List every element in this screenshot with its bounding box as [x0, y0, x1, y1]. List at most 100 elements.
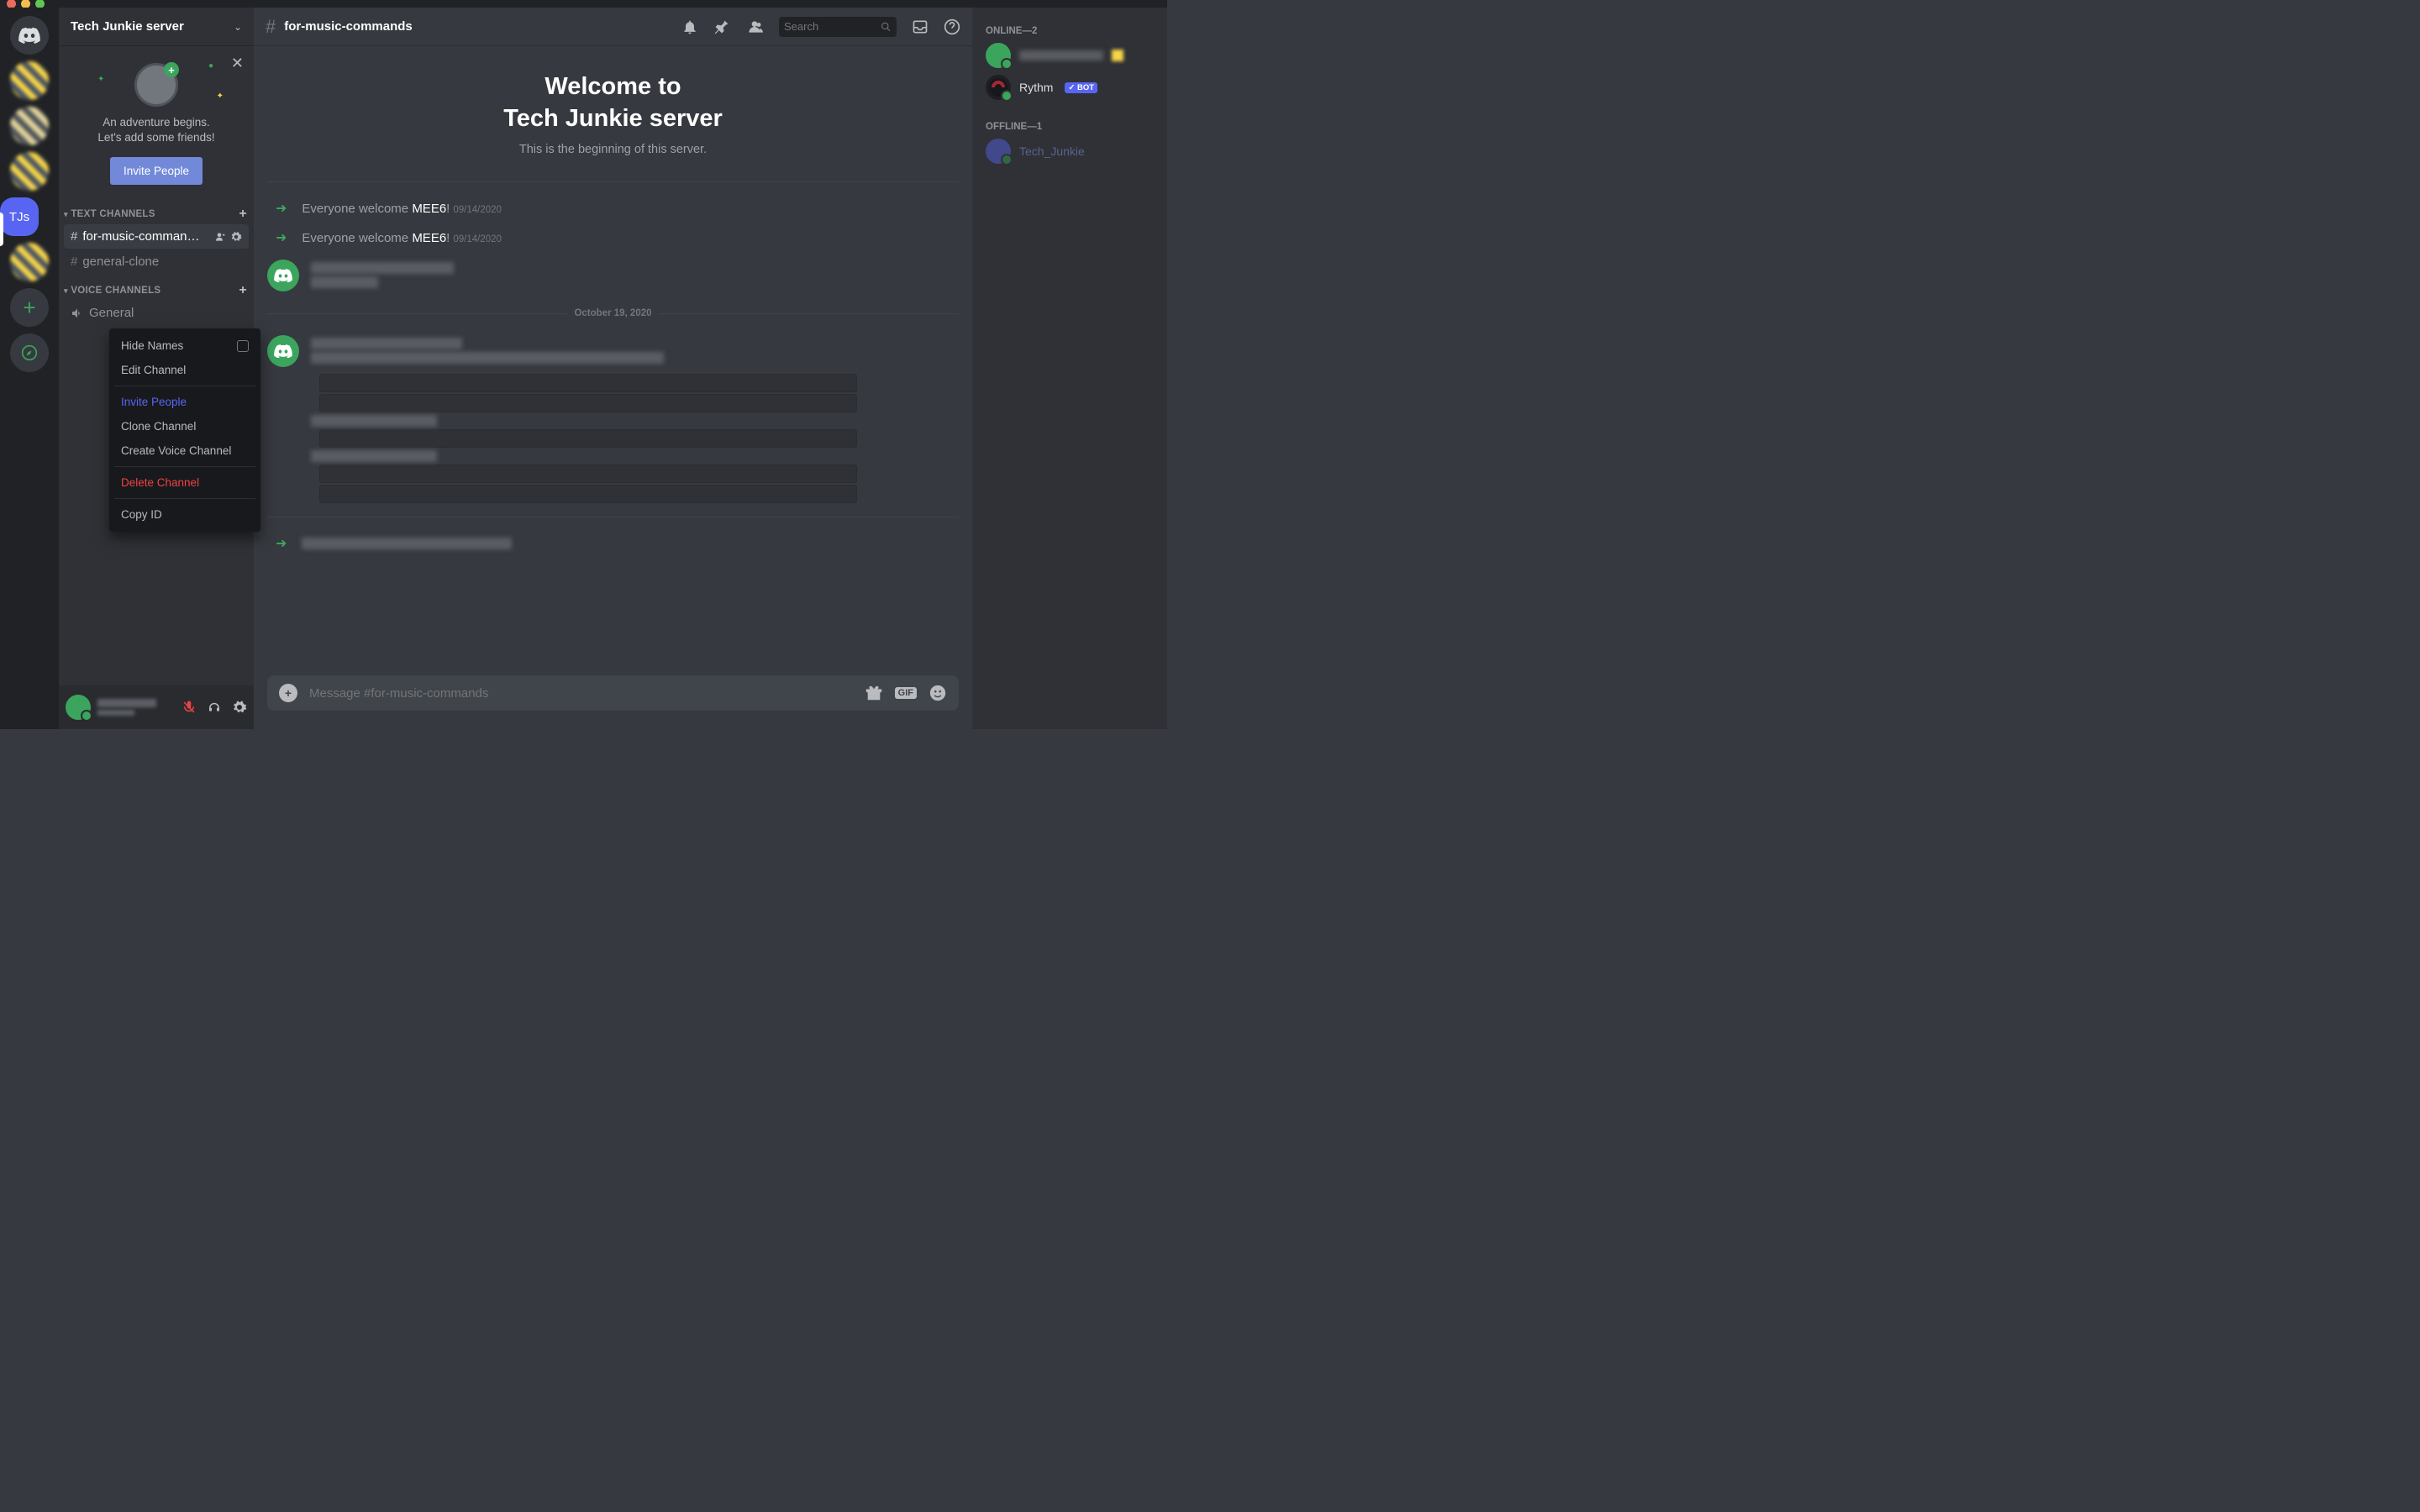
- server-icon[interactable]: [10, 152, 49, 191]
- member-item[interactable]: Tech_Junkie: [979, 135, 1160, 167]
- menu-clone-channel[interactable]: Clone Channel: [114, 414, 255, 438]
- embed: [319, 485, 857, 503]
- hash-icon: #: [266, 16, 276, 38]
- chat-input[interactable]: + GIF: [267, 675, 959, 711]
- menu-label: Clone Channel: [121, 420, 196, 433]
- embed: [319, 429, 857, 448]
- channel-item[interactable]: # for-music-comman…: [64, 224, 249, 249]
- invite-people-button[interactable]: Invite People: [110, 157, 203, 185]
- chat-panel: # for-music-commands Welcome toTech Junk…: [254, 8, 972, 729]
- add-member-icon[interactable]: [213, 231, 225, 243]
- chat-input-area: + GIF: [254, 675, 972, 729]
- member-item[interactable]: [979, 39, 1160, 71]
- channel-name: general-clone: [82, 255, 159, 269]
- chevron-down-icon: ⌄: [234, 21, 242, 33]
- menu-hide-names[interactable]: Hide Names: [114, 333, 255, 358]
- system-message: ➜ Everyone welcome MEE6!09/14/2020: [267, 196, 959, 225]
- timestamp: 09/14/2020: [453, 205, 502, 215]
- speaker-icon: [71, 307, 84, 320]
- menu-label: Edit Channel: [121, 364, 186, 376]
- deafen-icon[interactable]: [207, 700, 222, 715]
- menu-label: Invite People: [121, 396, 187, 408]
- home-button[interactable]: [10, 16, 49, 55]
- help-icon[interactable]: [944, 18, 960, 35]
- gif-button[interactable]: GIF: [895, 687, 917, 699]
- server-icon[interactable]: [10, 107, 49, 145]
- menu-label: Hide Names: [121, 339, 183, 352]
- menu-create-voice-channel[interactable]: Create Voice Channel: [114, 438, 255, 463]
- pin-icon[interactable]: [713, 18, 730, 35]
- search-box[interactable]: [779, 17, 897, 37]
- embed: [319, 394, 857, 412]
- system-message: ➜ Everyone welcome MEE6!09/14/2020: [267, 225, 959, 255]
- menu-invite-people[interactable]: Invite People: [114, 390, 255, 414]
- menu-edit-channel[interactable]: Edit Channel: [114, 358, 255, 382]
- chat-header: # for-music-commands: [254, 8, 972, 46]
- add-channel-button[interactable]: +: [239, 283, 247, 298]
- invite-text-line2: Let's add some friends!: [67, 130, 245, 145]
- explore-servers-button[interactable]: [10, 333, 49, 372]
- chevron-down-icon: ▾: [64, 286, 68, 295]
- server-icon[interactable]: [10, 61, 49, 100]
- close-icon[interactable]: ✕: [231, 55, 244, 72]
- menu-delete-channel[interactable]: Delete Channel: [114, 470, 255, 495]
- category-voice-channels[interactable]: ▾ VOICE CHANNELS +: [59, 275, 254, 300]
- notifications-icon[interactable]: [681, 18, 698, 35]
- gear-icon[interactable]: [230, 231, 242, 243]
- member-avatar: [986, 75, 1011, 100]
- category-label: VOICE CHANNELS: [71, 286, 160, 296]
- user-area: [59, 685, 254, 729]
- search-icon: [881, 21, 892, 33]
- settings-gear-icon[interactable]: [232, 700, 247, 715]
- channel-name: for-music-comman…: [82, 229, 199, 244]
- members-panel: ONLINE—2 Rythm ✓ BOT OFFLINE—1 Tech_Junk…: [972, 8, 1167, 729]
- avatar[interactable]: [267, 335, 299, 367]
- welcome-block: Welcome toTech Junkie server This is the…: [267, 71, 959, 156]
- channel-title: for-music-commands: [284, 19, 413, 34]
- category-text-channels[interactable]: ▾ TEXT CHANNELS +: [59, 198, 254, 223]
- server-header[interactable]: Tech Junkie server ⌄: [59, 8, 254, 46]
- channel-name: General: [89, 306, 134, 320]
- avatar[interactable]: [267, 260, 299, 291]
- gift-icon[interactable]: [865, 684, 883, 702]
- join-arrow-icon: ➜: [276, 200, 287, 217]
- chat-messages[interactable]: Welcome toTech Junkie server This is the…: [254, 46, 972, 675]
- member-item[interactable]: Rythm ✓ BOT: [979, 71, 1160, 103]
- welcome-sub: This is the beginning of this server.: [267, 143, 959, 156]
- hash-icon: #: [71, 255, 77, 269]
- member-name: Tech_Junkie: [1019, 144, 1085, 158]
- menu-copy-id[interactable]: Copy ID: [114, 502, 255, 527]
- discord-logo-icon: [274, 269, 292, 282]
- member-avatar: [986, 43, 1011, 68]
- channel-item[interactable]: # general-clone: [64, 249, 249, 274]
- hash-icon: #: [71, 229, 77, 244]
- invite-card: ✕ ✦ ● ✦ An adventure begins. Let's add s…: [59, 46, 254, 198]
- date-divider: October 19, 2020: [267, 308, 959, 318]
- bot-badge: ✓ BOT: [1065, 82, 1097, 93]
- self-avatar[interactable]: [66, 695, 91, 720]
- voice-channel-item[interactable]: General: [64, 301, 249, 325]
- welcome-line: Welcome to: [544, 73, 681, 100]
- search-input[interactable]: [784, 20, 881, 33]
- server-bar: TJs +: [0, 8, 59, 729]
- message: [267, 255, 959, 297]
- compass-icon: [21, 344, 38, 361]
- server-icon-active[interactable]: TJs: [0, 197, 39, 236]
- add-server-button[interactable]: +: [10, 288, 49, 327]
- system-message: ➜: [267, 531, 959, 560]
- server-abbrev: TJs: [9, 210, 29, 224]
- mute-icon[interactable]: [182, 700, 197, 715]
- inbox-icon[interactable]: [912, 18, 929, 35]
- members-icon[interactable]: [745, 18, 764, 35]
- message: [267, 330, 959, 372]
- message-input[interactable]: [309, 686, 853, 701]
- join-arrow-icon: ➜: [276, 229, 287, 246]
- add-channel-button[interactable]: +: [239, 207, 247, 222]
- emoji-icon[interactable]: [929, 684, 947, 702]
- join-arrow-icon: ➜: [276, 535, 287, 552]
- attach-button[interactable]: +: [279, 684, 297, 702]
- chevron-down-icon: ▾: [64, 210, 68, 218]
- timestamp: 09/14/2020: [453, 234, 502, 244]
- server-icon[interactable]: [10, 243, 49, 281]
- invite-text-line1: An adventure begins.: [67, 115, 245, 130]
